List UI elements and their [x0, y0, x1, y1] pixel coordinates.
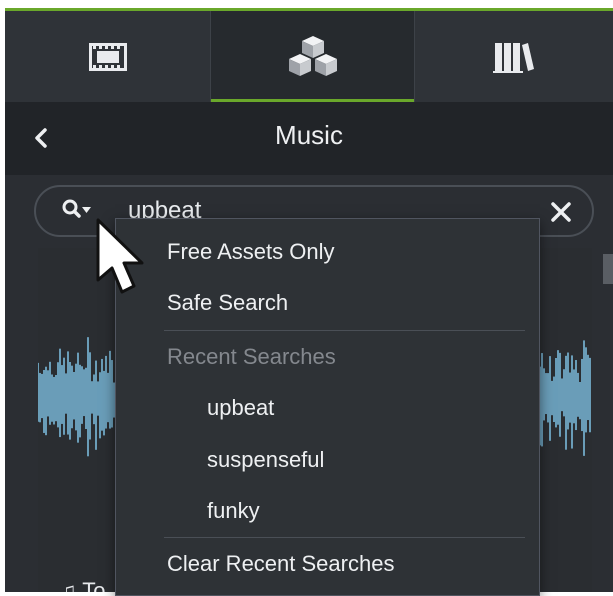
page-title: Music	[275, 120, 343, 150]
film-strip-icon	[88, 42, 127, 71]
recent-searches-heading: Recent Searches	[167, 344, 336, 369]
music-note-icon: ♫	[60, 578, 77, 592]
search-options-icon	[62, 199, 91, 218]
scrollbar-thumb[interactable]	[603, 254, 613, 284]
panel-header: Music	[5, 102, 613, 175]
tab-assets[interactable]	[210, 11, 415, 102]
mouse-cursor-icon	[96, 218, 144, 294]
cubes-icon	[288, 35, 337, 76]
menu-item-free-assets[interactable]: Free Assets Only	[167, 239, 335, 265]
tab-media[interactable]	[5, 11, 210, 102]
search-options-menu: Free Assets Only Safe Search Recent Sear…	[115, 218, 540, 596]
menu-item-safe-search[interactable]: Safe Search	[167, 290, 288, 316]
menu-item-clear-recent[interactable]: Clear Recent Searches	[167, 551, 394, 577]
menu-divider	[164, 537, 525, 538]
search-options-button[interactable]	[62, 199, 92, 223]
clear-search-button[interactable]	[548, 199, 574, 225]
library-books-icon	[492, 42, 534, 73]
tab-library[interactable]	[414, 11, 613, 102]
recent-search-item[interactable]: upbeat	[207, 395, 274, 421]
menu-divider	[164, 330, 525, 331]
tab-bar	[5, 11, 613, 102]
asset-title: ♫ To	[60, 578, 105, 592]
recent-search-item[interactable]: suspenseful	[207, 447, 324, 473]
close-icon	[551, 202, 571, 222]
recent-search-item[interactable]: funky	[207, 498, 260, 524]
